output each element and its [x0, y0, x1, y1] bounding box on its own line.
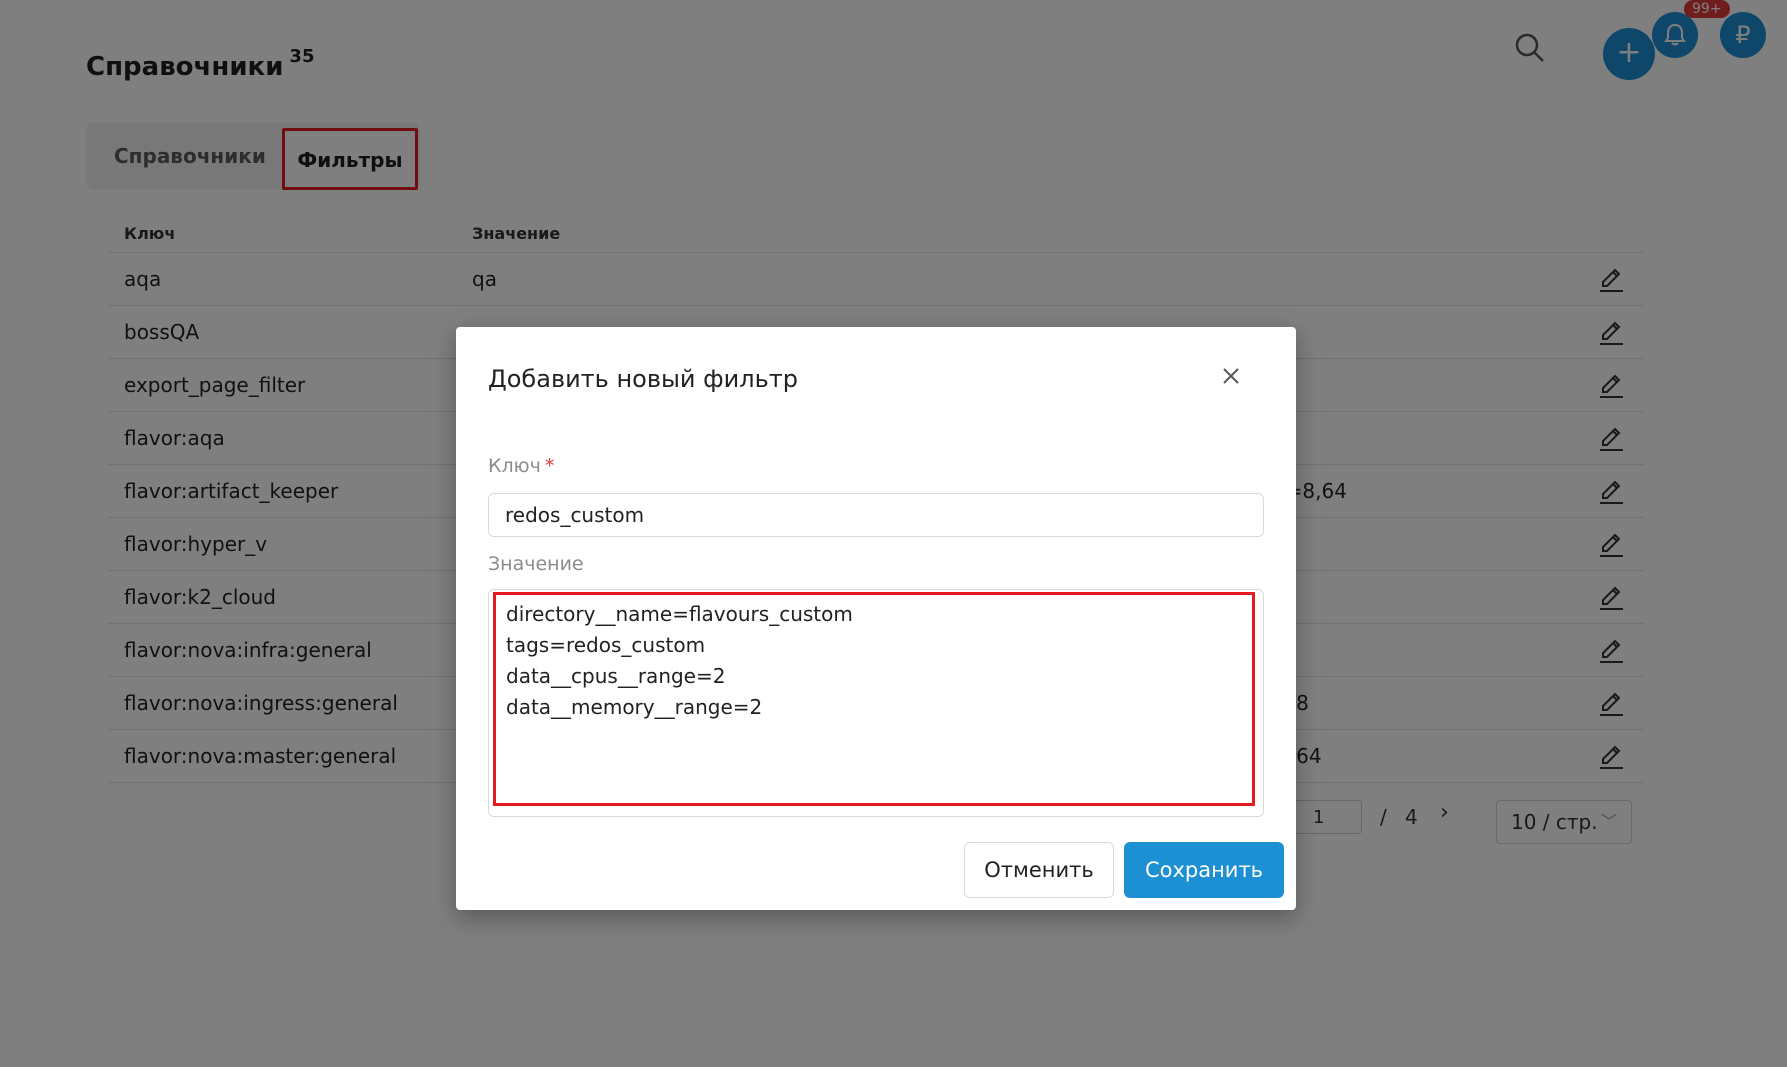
add-filter-modal: Добавить новый фильтр Ключ* Значение dir…	[456, 327, 1296, 910]
cancel-button[interactable]: Отменить	[964, 842, 1114, 898]
close-icon[interactable]	[1216, 361, 1246, 391]
save-button[interactable]: Сохранить	[1124, 842, 1284, 898]
key-label-text: Ключ	[488, 455, 541, 477]
key-input[interactable]	[488, 493, 1264, 537]
key-field-label: Ключ *	[488, 455, 554, 477]
value-textarea[interactable]: directory__name=flavours_custom tags=red…	[493, 592, 1255, 806]
value-field-label: Значение	[488, 553, 584, 575]
modal-title: Добавить новый фильтр	[488, 365, 798, 393]
required-mark: *	[544, 455, 555, 477]
value-field-wrapper: directory__name=flavours_custom tags=red…	[488, 589, 1264, 817]
